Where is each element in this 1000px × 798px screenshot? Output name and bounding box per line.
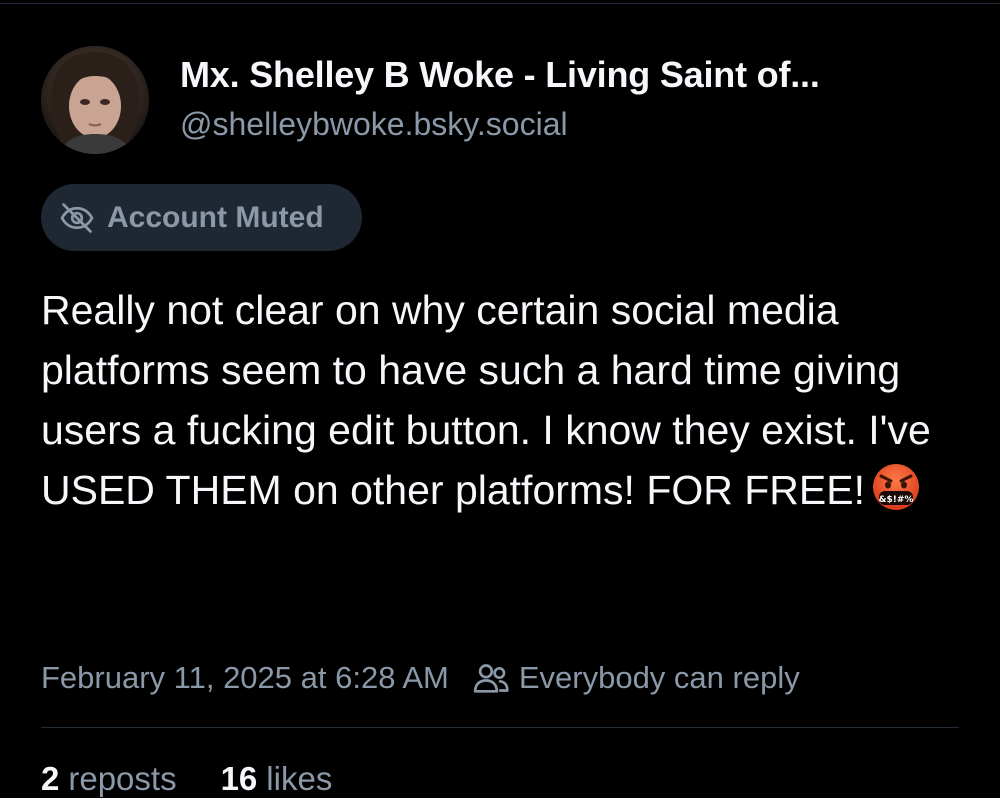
post-stats: 2 reposts 16 likes xyxy=(41,760,376,798)
reposts-count: 2 xyxy=(41,760,60,797)
account-muted-badge[interactable]: Account Muted xyxy=(41,184,362,251)
likes-label: likes xyxy=(266,760,333,797)
likes-count: 16 xyxy=(220,760,258,797)
author-display-name[interactable]: Mx. Shelley B Woke - Living Saint of... xyxy=(180,54,820,96)
avatar[interactable] xyxy=(41,46,149,154)
author-handle[interactable]: @shelleybwoke.bsky.social xyxy=(180,106,568,143)
people-icon xyxy=(471,658,511,698)
likes-stat[interactable]: 16 likes xyxy=(221,760,333,798)
reply-setting[interactable]: Everybody can reply xyxy=(519,660,800,696)
post-timestamp[interactable]: February 11, 2025 at 6:28 AM xyxy=(41,660,449,696)
account-muted-label: Account Muted xyxy=(107,200,324,234)
reposts-label: reposts xyxy=(68,760,177,797)
post-meta-row: February 11, 2025 at 6:28 AM Everybody c… xyxy=(41,658,800,698)
eye-off-icon xyxy=(59,200,95,236)
emoji-symbols: &$!#% xyxy=(879,495,914,505)
divider xyxy=(41,727,959,728)
post-thread-item: Mx. Shelley B Woke - Living Saint of... … xyxy=(0,0,1000,798)
reposts-stat[interactable]: 2 reposts xyxy=(41,760,177,798)
avatar-image xyxy=(41,46,149,154)
post-text: Really not clear on why certain social m… xyxy=(41,280,961,520)
post-body: Really not clear on why certain social m… xyxy=(41,287,931,513)
angry-emoji-icon: &$!#% xyxy=(871,462,921,512)
